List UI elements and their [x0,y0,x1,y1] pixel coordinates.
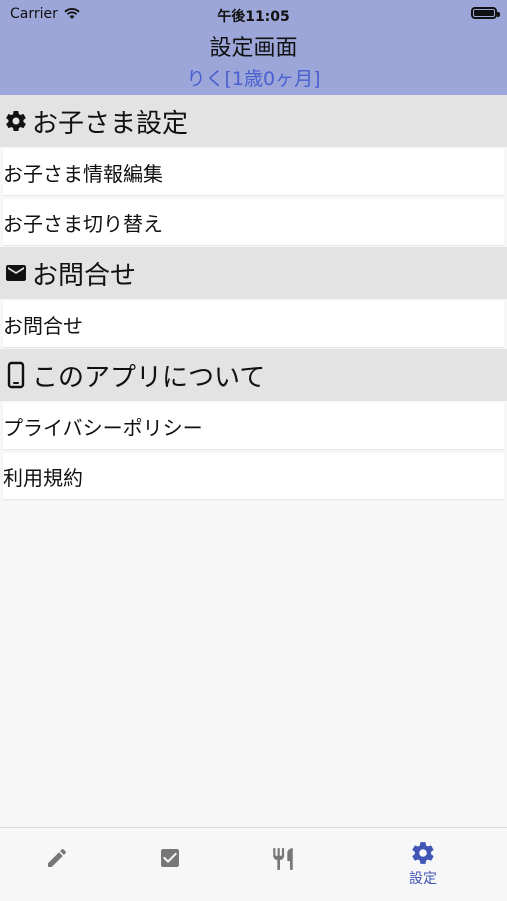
list-item-switch-child[interactable]: お子さま切り替え [3,199,504,245]
section-title: このアプリについて [32,362,266,393]
section-title: お問合せ [32,260,137,291]
settings-list: お子さま設定 お子さま情報編集 お子さま切り替え お問合せ お問合せ このアプリ… [0,95,507,501]
list-item-label: お問合せ [3,313,83,338]
child-name-subtitle: りく[1歳0ヶ月] [186,68,321,90]
list-item-label: お子さま情報編集 [3,161,163,186]
tab-checklist[interactable] [120,828,220,901]
section-header-child-settings: お子さま設定 [0,95,507,147]
gear-icon [6,111,26,132]
tab-settings[interactable]: 設定 [373,828,473,901]
list-item-label: お子さま切り替え [3,211,163,236]
list-item-label: 利用規約 [3,465,83,490]
tab-bar: 設定 [0,827,507,901]
app-header: Carrier 午後11:05 設定画面 りく[1歳0ヶ月] [0,0,507,95]
status-bar: Carrier 午後11:05 [0,0,507,28]
section-header-contact: お問合せ [0,247,507,299]
list-item-privacy-policy[interactable]: プライバシーポリシー [3,403,504,449]
list-item-edit-child-info[interactable]: お子さま情報編集 [3,149,504,195]
list-item-contact[interactable]: お問合せ [3,301,504,347]
phone-icon [7,361,25,389]
status-time: 午後11:05 [217,9,290,25]
section-title: お子さま設定 [32,108,189,139]
mail-icon [6,265,26,281]
checkbox-icon [161,849,179,867]
battery-icon [471,7,500,19]
tab-settings-label: 設定 [409,871,437,887]
page-title: 設定画面 [209,36,298,61]
gear-icon [412,842,434,864]
list-item-label: プライバシーポリシー [3,415,203,440]
list-item-terms-of-use[interactable]: 利用規約 [3,453,504,499]
pencil-icon [48,848,67,867]
tab-edit[interactable] [7,828,107,901]
tab-meals[interactable] [233,828,333,901]
cutlery-icon [273,848,293,870]
section-header-about-app: このアプリについて [0,349,507,401]
